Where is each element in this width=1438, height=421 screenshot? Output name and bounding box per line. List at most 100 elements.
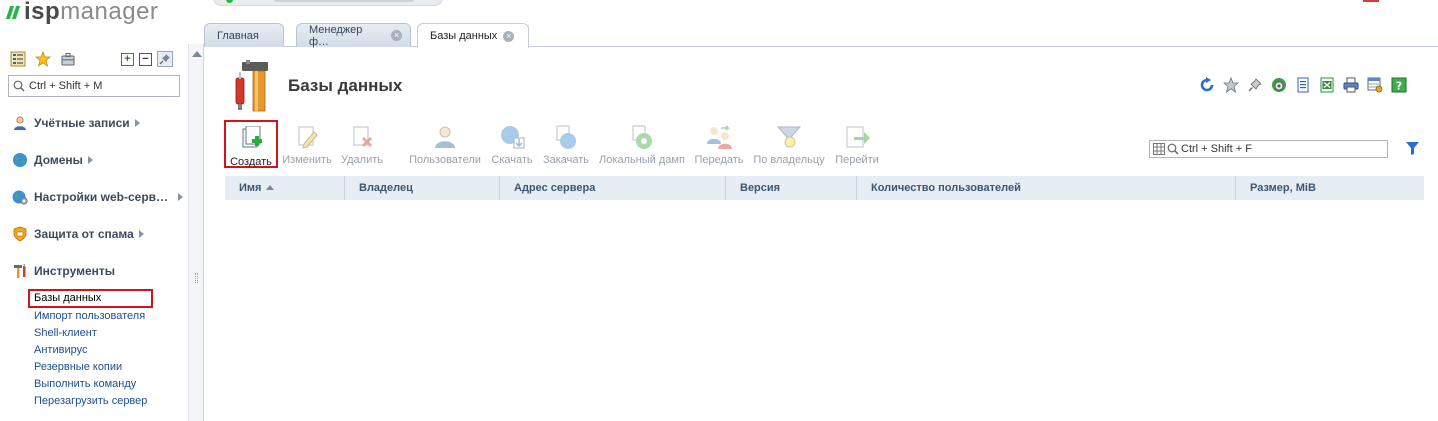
owner-filter-button[interactable]: По владельцу: [752, 120, 826, 168]
filter-icon[interactable]: [1405, 141, 1420, 161]
table-settings-icon[interactable]: [1367, 77, 1383, 93]
local-dump-icon: [629, 124, 655, 150]
nav-section-tools[interactable]: Инструменты: [12, 262, 115, 280]
toolbar-button-label: Передать: [694, 154, 744, 166]
pin-icon[interactable]: [1247, 77, 1263, 93]
logo-mark-icon: [5, 5, 21, 19]
edit-button[interactable]: Изменить: [282, 120, 332, 168]
logo-text-manager: manager: [60, 0, 159, 25]
nav-section-label: Инструменты: [34, 264, 116, 278]
nav-section-label: Учётные записи: [34, 116, 130, 130]
users-button[interactable]: Пользователи: [409, 120, 481, 168]
download-button[interactable]: Скачать: [490, 120, 534, 168]
toolbar-button-label: Перейти: [835, 154, 879, 166]
top-status-pill[interactable]: [213, 0, 443, 6]
tab-file-manager[interactable]: Менеджер ф… ×: [296, 23, 411, 48]
briefcase-icon[interactable]: [60, 51, 76, 67]
page-title: Базы данных: [288, 76, 403, 95]
tab-bar: Главная Менеджер ф… × Базы данных ×: [204, 20, 1438, 48]
page-tools: ?: [1199, 77, 1407, 93]
nav-section-label: Защита от спама: [34, 227, 134, 241]
toolbar-button-label: Закачать: [542, 154, 590, 166]
toolbar-button-label: Удалить: [341, 154, 383, 166]
nav-section-domains[interactable]: Домены: [12, 151, 93, 169]
column-header-name[interactable]: Имя: [225, 176, 345, 200]
column-header-version[interactable]: Версия: [726, 176, 857, 200]
column-header-owner[interactable]: Владелец: [345, 176, 500, 200]
delete-button[interactable]: Удалить: [340, 120, 384, 168]
chevron-right-icon: [87, 156, 93, 164]
star-icon[interactable]: [1223, 77, 1239, 93]
close-icon[interactable]: ×: [391, 30, 402, 41]
sidebar-tree-controls: + −: [121, 50, 173, 68]
upload-button[interactable]: Закачать: [542, 120, 590, 168]
sidebar-splitter[interactable]: [188, 44, 204, 421]
excel-export-icon[interactable]: [1319, 77, 1335, 93]
search-icon: [1167, 143, 1179, 155]
submenu-item-reboot-server[interactable]: Перезагрузить сервер: [28, 393, 153, 410]
favorites-star-icon[interactable]: [35, 51, 51, 67]
column-header-size[interactable]: Размер, MiB: [1236, 176, 1424, 200]
collapse-all-icon[interactable]: −: [139, 52, 152, 66]
nav-section-spam-protection[interactable]: Защита от спама: [12, 225, 144, 243]
column-header-label: Адрес сервера: [514, 182, 596, 194]
pin-icon[interactable]: [157, 51, 173, 67]
submenu-item-backups[interactable]: Резервные копии: [28, 359, 153, 376]
nav-section-web-server-settings[interactable]: Настройки web-серв…: [12, 188, 184, 206]
status-bar: [274, 0, 414, 2]
list-search[interactable]: [1149, 140, 1388, 158]
column-header-label: Версия: [740, 182, 781, 194]
expand-all-icon[interactable]: +: [121, 52, 134, 66]
column-header-label: Владелец: [359, 182, 413, 194]
close-icon[interactable]: ×: [503, 30, 515, 42]
local-dump-button[interactable]: Локальный дамп: [598, 120, 686, 168]
column-header-label: Размер, MiB: [1250, 182, 1316, 194]
tools-icon: [12, 263, 28, 279]
column-header-label: Количество пользователей: [871, 182, 1021, 194]
download-icon: [499, 124, 525, 150]
collapse-up-icon[interactable]: [192, 51, 202, 57]
svg-text:?: ?: [1396, 80, 1402, 93]
list-search-input[interactable]: [1179, 143, 1379, 155]
chevron-right-icon: [178, 193, 184, 201]
column-header-user-count[interactable]: Количество пользователей: [857, 176, 1236, 200]
create-button[interactable]: Создать: [224, 120, 278, 168]
upload-icon: [553, 124, 579, 150]
app-logo[interactable]: ispmanager: [5, 0, 158, 28]
nav-section-accounts[interactable]: Учётные записи: [12, 114, 140, 132]
web-settings-icon: [12, 189, 28, 205]
submenu-item-user-import[interactable]: Импорт пользователя: [28, 308, 153, 325]
submenu-item-antivirus[interactable]: Антивирус: [28, 342, 153, 359]
tab-home[interactable]: Главная: [204, 23, 284, 47]
toolbar-button-label: Пользователи: [409, 154, 481, 166]
document-icon[interactable]: [1295, 77, 1311, 93]
submenu-item-databases[interactable]: Базы данных: [28, 289, 154, 308]
tab-label: Менеджер ф…: [309, 23, 363, 48]
shield-icon: [12, 226, 28, 242]
sidebar-search[interactable]: [8, 75, 180, 97]
tab-databases[interactable]: Базы данных ×: [417, 23, 529, 48]
print-icon[interactable]: [1343, 77, 1359, 93]
sidebar-search-input[interactable]: [25, 80, 165, 92]
submenu-item-run-command[interactable]: Выполнить команду: [28, 376, 153, 393]
column-header-server-address[interactable]: Адрес сервера: [500, 176, 726, 200]
help-icon[interactable]: ?: [1391, 77, 1407, 93]
goto-icon: [844, 124, 870, 150]
refresh-icon[interactable]: [1199, 77, 1215, 93]
chevron-right-icon: [138, 230, 144, 238]
tree-view-icon[interactable]: [10, 51, 26, 67]
logo-text: ispmanager: [24, 0, 158, 24]
tab-label: Главная: [217, 29, 259, 42]
create-icon: [238, 125, 264, 152]
globe-icon: [12, 152, 28, 168]
transfer-button[interactable]: Передать: [694, 120, 744, 168]
users-icon: [432, 124, 458, 150]
toolbar-button-label: Скачать: [491, 154, 533, 166]
logo-text-isp: isp: [24, 0, 61, 25]
web-icon[interactable]: [1271, 77, 1287, 93]
goto-button[interactable]: Перейти: [834, 120, 880, 168]
grid-icon: [1153, 143, 1165, 155]
submenu-item-shell-client[interactable]: Shell-клиент: [28, 325, 153, 342]
splitter-grip-icon[interactable]: [195, 273, 198, 283]
tab-label: Базы данных: [430, 30, 498, 42]
